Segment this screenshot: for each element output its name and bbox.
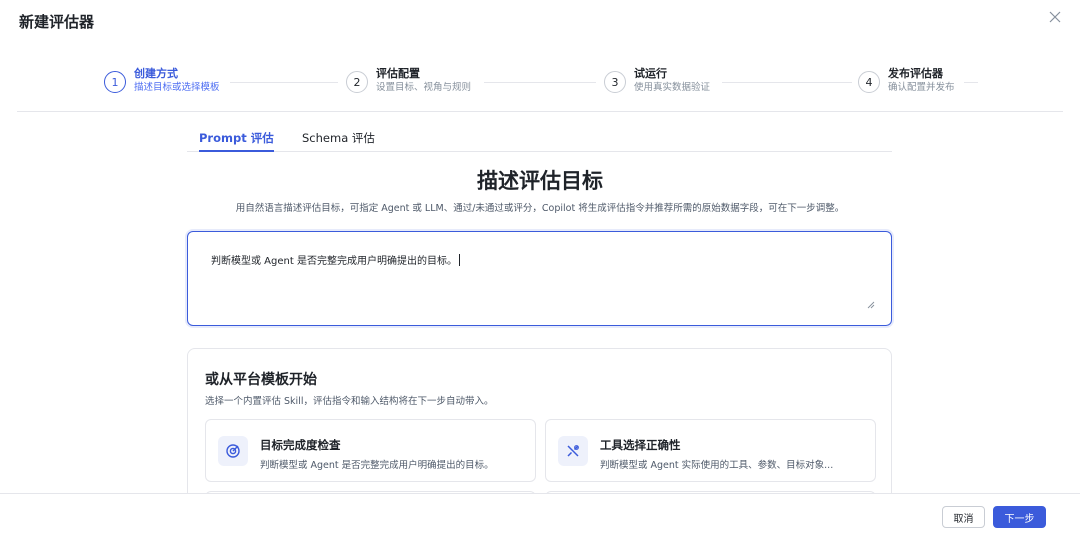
step-connector [964, 82, 978, 83]
header-divider [17, 111, 1063, 112]
step-subtitle: 描述目标或选择模板 [134, 82, 220, 93]
step-4[interactable]: 4 发布评估器 确认配置并发布 [858, 66, 955, 95]
template-panel-subtitle: 选择一个内置评估 Skill，评估指令和输入结构将在下一步自动带入。 [205, 396, 494, 407]
step-title: 创建方式 [134, 67, 178, 80]
step-subtitle: 使用真实数据验证 [634, 82, 711, 93]
modal-title: 新建评估器 [19, 13, 95, 31]
goal-description-text: 判断模型或 Agent 是否完整完成用户明确提出的目标。 [211, 252, 460, 267]
stepper: 1 创建方式 描述目标或选择模板 2 评估配置 设置目标、视角与规则 3 试运行… [0, 66, 1080, 106]
goal-description-textarea[interactable]: 判断模型或 Agent 是否完整完成用户明确提出的目标。 [187, 231, 892, 326]
resize-handle-icon[interactable] [867, 301, 875, 309]
step-number: 1 [104, 71, 126, 93]
step-connector [484, 82, 596, 83]
step-number: 2 [346, 71, 368, 93]
close-button[interactable] [1046, 8, 1064, 26]
page-title: 描述评估目标 [477, 169, 603, 193]
template-card-goal-completion[interactable]: 目标完成度检查 判断模型或 Agent 是否完整完成用户明确提出的目标。 [205, 419, 536, 482]
modal-footer: 取消 下一步 [0, 493, 1080, 552]
next-step-button[interactable]: 下一步 [993, 506, 1046, 528]
step-title: 试运行 [634, 67, 667, 80]
template-description: 判断模型或 Agent 是否完整完成用户明确提出的目标。 [260, 460, 494, 471]
tools-icon [558, 436, 588, 466]
step-subtitle: 设置目标、视角与规则 [376, 82, 472, 93]
tab-schema[interactable]: Schema 评估 [302, 130, 375, 152]
step-1[interactable]: 1 创建方式 描述目标或选择模板 [104, 66, 220, 95]
step-number: 3 [604, 71, 626, 93]
text-caret [458, 254, 460, 266]
cancel-button[interactable]: 取消 [942, 506, 985, 528]
template-name: 目标完成度检查 [260, 438, 341, 452]
page-subtitle: 用自然语言描述评估目标，可指定 Agent 或 LLM、通过/未通过或评分，Co… [235, 203, 845, 214]
step-connector [722, 82, 852, 83]
step-subtitle: 确认配置并发布 [888, 82, 955, 93]
target-icon [218, 436, 248, 466]
step-title: 发布评估器 [888, 67, 943, 80]
template-card-tool-selection[interactable]: 工具选择正确性 判断模型或 Agent 实际使用的工具、参数、目标对象... [545, 419, 876, 482]
step-title: 评估配置 [376, 67, 420, 80]
tab-prompt[interactable]: Prompt 评估 [199, 130, 274, 152]
template-panel-title: 或从平台模板开始 [205, 372, 317, 388]
eval-type-tabs: Prompt 评估 Schema 评估 [187, 128, 892, 152]
close-icon [1049, 11, 1061, 23]
template-panel: 或从平台模板开始 选择一个内置评估 Skill，评估指令和输入结构将在下一步自动… [187, 348, 892, 511]
template-description: 判断模型或 Agent 实际使用的工具、参数、目标对象... [600, 460, 834, 471]
template-name: 工具选择正确性 [600, 438, 681, 452]
step-2[interactable]: 2 评估配置 设置目标、视角与规则 [346, 66, 471, 95]
step-connector [230, 82, 338, 83]
step-3[interactable]: 3 试运行 使用真实数据验证 [604, 66, 710, 95]
step-number: 4 [858, 71, 880, 93]
